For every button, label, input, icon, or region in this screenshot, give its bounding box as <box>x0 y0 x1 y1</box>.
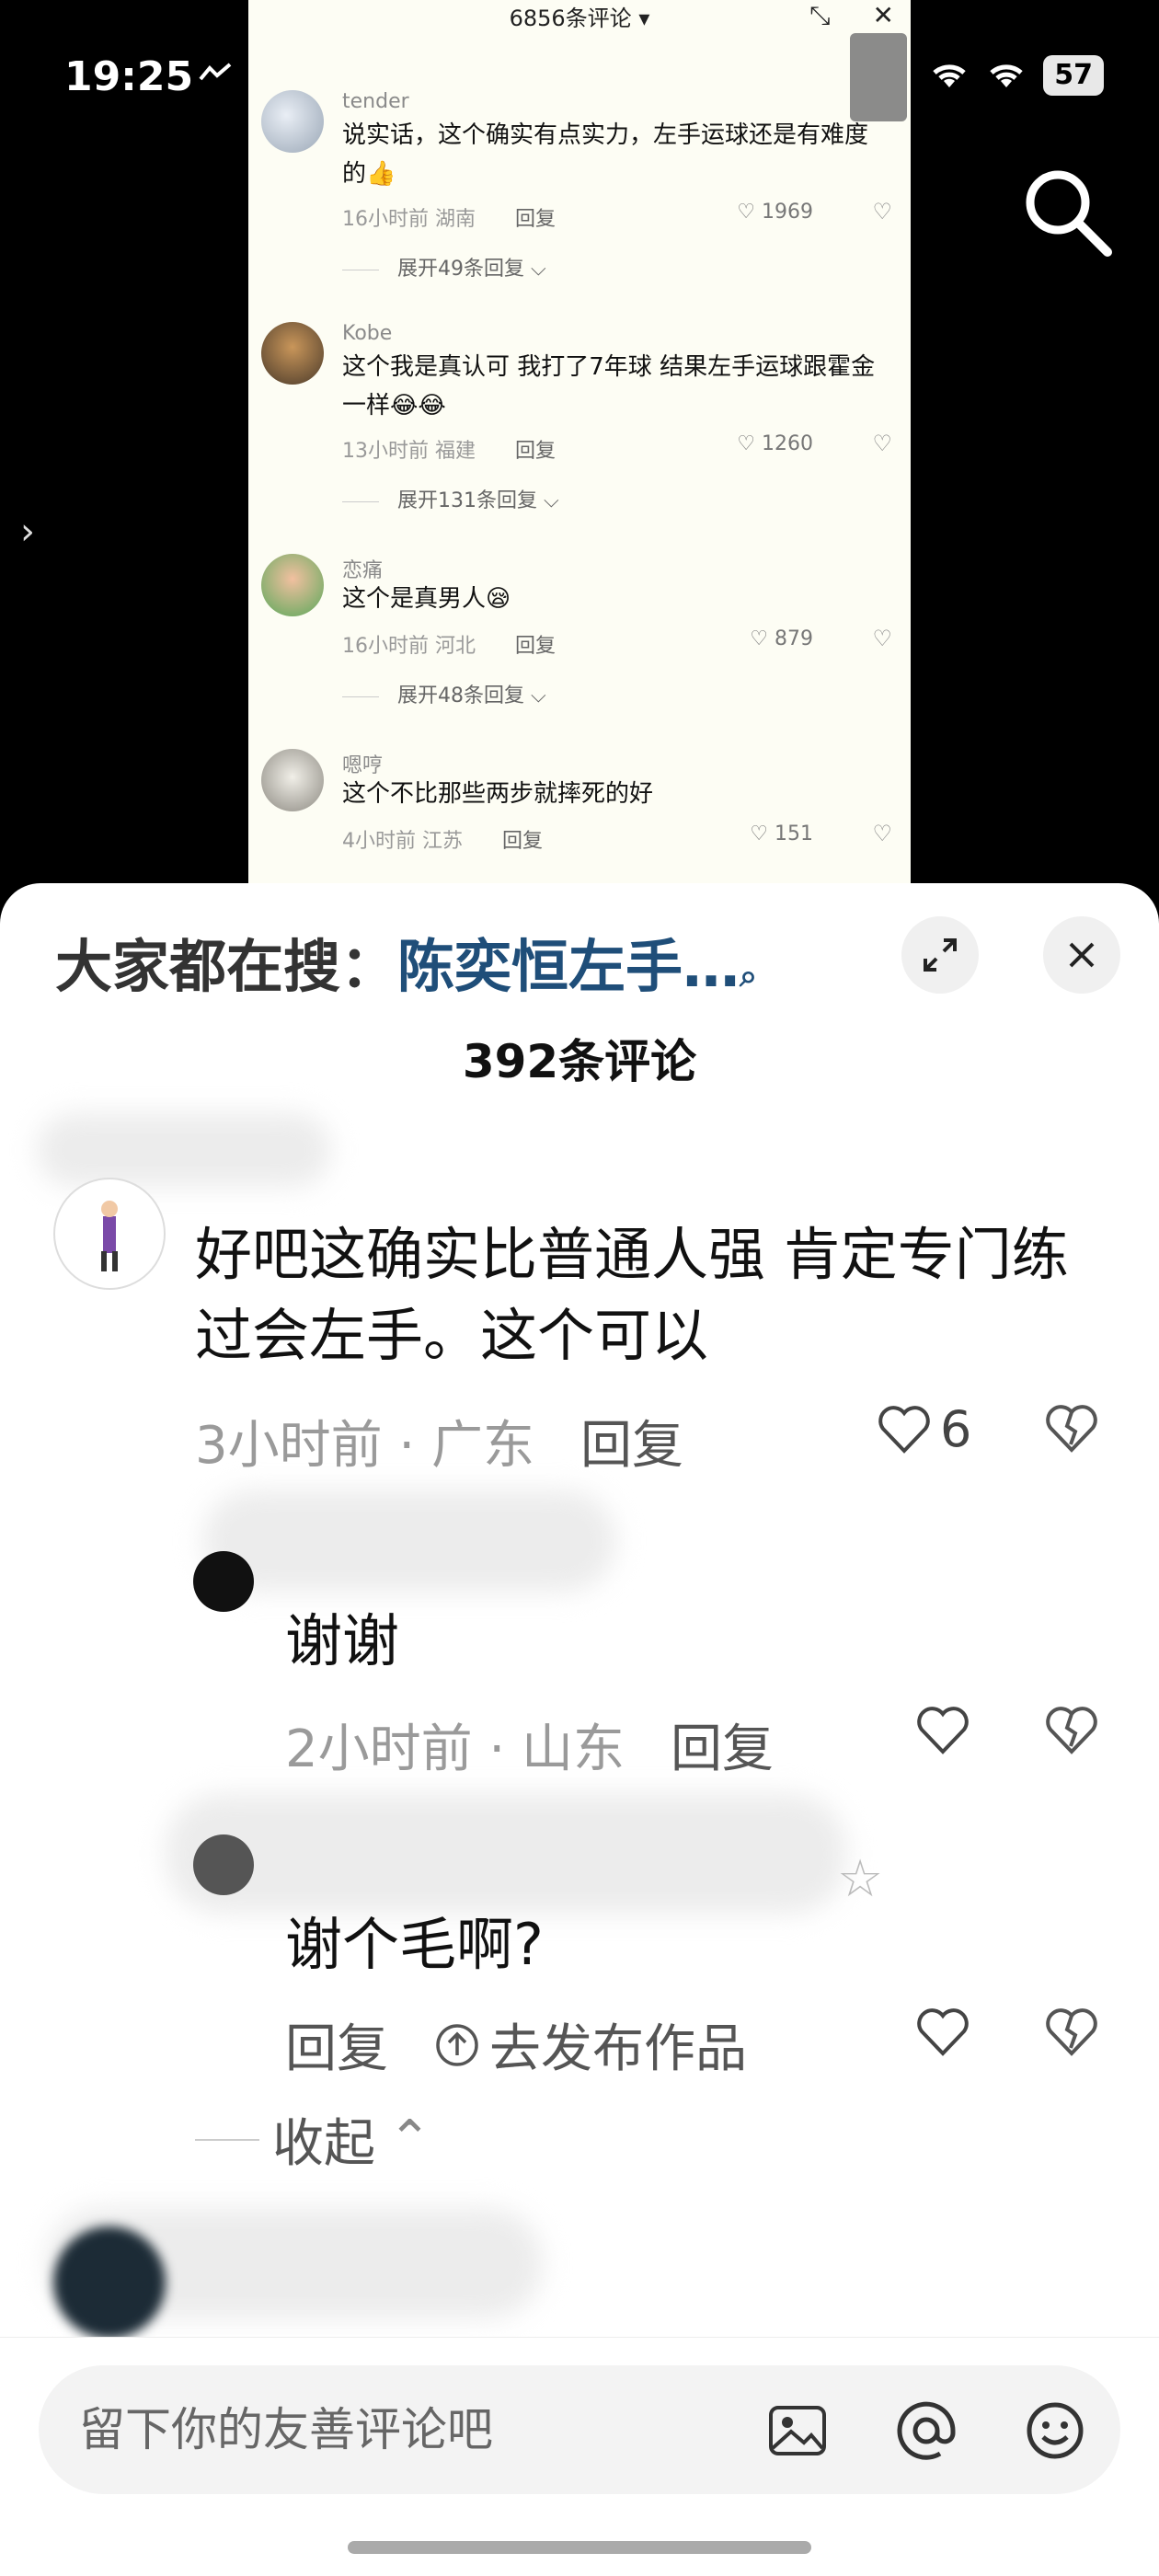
inner-head-icons: ⤡ ✕ <box>809 0 894 31</box>
dislike-icon: ♡ <box>872 821 892 846</box>
blurred-username <box>166 1794 846 1914</box>
star-icon: ☆ <box>837 1849 884 1909</box>
reply-button[interactable]: 回复 <box>285 2007 388 2082</box>
wifi-icon-2 <box>990 64 1023 87</box>
list-item: 嗯哼 这个不比那些两步就摔死的好 4小时前 江苏 回复 ♡ 151 ♡ <box>261 749 901 878</box>
list-item: Kobe 这个我是真认可 我打了7年球 结果左手运球跟霍金一样😂😂 13小时前 … <box>261 322 901 515</box>
divider <box>195 2138 259 2141</box>
list-item: 恋痛 这个是真男人😪 16小时前 河北 回复 ♡ 879 ♡ 展开48条回复 ⌵ <box>261 554 901 719</box>
dislike-icon: ♡ <box>872 431 892 456</box>
carrier-icon <box>199 63 232 81</box>
comment-meta: 13小时前 福建 回复 <box>342 440 557 463</box>
comment-text: 这个是真男人😪 <box>342 585 511 613</box>
upload-icon <box>436 2023 478 2066</box>
status-time: 19:25 <box>64 53 194 100</box>
reply-link: 回复 <box>515 440 557 463</box>
like-count: ♡ 879 <box>750 627 813 650</box>
comment-text: 说实话，这个确实有点实力，左手运球还是有难度的👍 <box>342 121 869 188</box>
reply-link: 回复 <box>502 830 544 853</box>
list-item: tender 说实话，这个确实有点实力，左手运球还是有难度的👍 16小时前 湖南… <box>261 90 901 302</box>
broken-heart-icon[interactable] <box>1045 1404 1098 1454</box>
hot-search-bar[interactable]: 大家都在搜：陈奕恒左手…⌕ <box>55 920 757 1003</box>
expand-button[interactable] <box>901 916 979 994</box>
close-icon: ✕ <box>872 0 894 30</box>
chevron-up-icon: ⌃ <box>388 2110 431 2169</box>
expand-icon <box>924 938 957 972</box>
wifi-icon <box>933 64 966 87</box>
search-icon: ⌕ <box>740 958 758 995</box>
avatar[interactable] <box>193 1834 254 1895</box>
comment-meta: 4小时前 江苏 回复 <box>342 830 544 853</box>
avatar <box>261 90 324 153</box>
heart-icon[interactable] <box>916 1706 970 1755</box>
comment-text: 这个我是真认可 我打了7年球 结果左手运球跟霍金一样😂😂 <box>342 353 876 420</box>
broken-heart-icon[interactable] <box>1045 1706 1098 1755</box>
comment-count-title: 392条评论 <box>462 1035 697 1088</box>
expand-replies: 展开49条回复 ⌵ <box>342 252 546 282</box>
comment-sheet: 大家都在搜：陈奕恒左手…⌕ 392条评论 好吧这确实比普通人强 肯定专门练过会左… <box>0 883 1159 2576</box>
broken-heart-icon[interactable] <box>1045 2007 1098 2057</box>
expand-replies: 展开131条回复 ⌵ <box>342 484 559 513</box>
reply-meta: 回复 去发布作品 <box>285 2007 747 2082</box>
avatar[interactable] <box>53 2226 166 2339</box>
search-icon[interactable] <box>1019 164 1115 259</box>
embedded-comment-screenshot: 6856条评论 ▾ ⤡ ✕ tender 说实话，这个确实有点实力，左手运球还是… <box>248 0 911 902</box>
reply-text: 谢谢 <box>285 1607 400 1674</box>
comment-text: 这个不比那些两步就摔死的好 <box>342 780 654 808</box>
reply-button[interactable]: 回复 <box>580 1416 683 1476</box>
hot-search-term[interactable]: 陈奕恒左手… <box>397 933 740 1000</box>
expand-replies: 展开48条回复 ⌵ <box>342 679 546 708</box>
close-button[interactable] <box>1043 916 1120 994</box>
avatar <box>261 749 324 811</box>
comment-username: Kobe <box>342 322 393 345</box>
comment-meta: 3小时前 · 广东 回复 <box>195 1416 684 1476</box>
comment-input-bar <box>0 2337 1159 2576</box>
chevron-right-icon[interactable]: › <box>20 511 35 553</box>
publish-work-button[interactable]: 去发布作品 <box>434 2007 747 2082</box>
comment-username: tender <box>342 90 409 113</box>
comment-input-container[interactable] <box>39 2365 1120 2494</box>
like-count: 6 <box>940 1400 972 1458</box>
reply-link: 回复 <box>515 208 557 231</box>
comment-meta: 16小时前 湖南 回复 <box>342 208 557 231</box>
avatar[interactable] <box>193 1551 254 1612</box>
like-button[interactable]: 6 <box>878 1400 971 1458</box>
hot-search-label: 大家都在搜： <box>55 933 398 1000</box>
blurred-username <box>37 1113 331 1187</box>
blurred-username <box>202 1490 616 1592</box>
like-count: ♡ 151 <box>750 822 813 845</box>
heart-icon <box>878 1405 930 1454</box>
emoji-icon[interactable] <box>1023 2398 1087 2463</box>
reply-button[interactable]: 回复 <box>671 1719 774 1779</box>
video-area[interactable]: 19:25 57 › 6856条评论 ▾ ⤡ ✕ tender 说实话，这个确实… <box>0 0 1159 902</box>
avatar <box>261 554 324 616</box>
battery-indicator: 57 <box>1043 55 1104 96</box>
collapse-icon: ⤡ <box>809 0 831 30</box>
status-right: 57 <box>929 55 1104 96</box>
comment-input[interactable] <box>79 2393 778 2467</box>
reply-link: 回复 <box>515 635 557 658</box>
collapse-replies-button[interactable]: 收起 ⌃ <box>195 2102 431 2177</box>
heart-icon[interactable] <box>916 2007 970 2057</box>
avatar-figure <box>101 1201 118 1271</box>
dislike-icon: ♡ <box>872 199 892 224</box>
dislike-icon: ♡ <box>872 626 892 651</box>
home-indicator[interactable] <box>348 2541 811 2554</box>
like-count: ♡ 1260 <box>737 432 813 455</box>
like-count: ♡ 1969 <box>737 201 813 224</box>
comment-text: 好吧这确实比普通人强 肯定专门练过会左手。这个可以 <box>195 1221 1069 1369</box>
image-icon[interactable] <box>765 2398 830 2463</box>
reply-text: 谢个毛啊? <box>285 1911 544 1978</box>
avatar <box>261 322 324 385</box>
mention-icon[interactable] <box>894 2398 958 2463</box>
avatar[interactable] <box>53 1178 166 1290</box>
comment-meta: 16小时前 河北 回复 <box>342 635 557 658</box>
reply-meta: 2小时前 · 山东 回复 <box>285 1719 775 1779</box>
close-icon <box>1069 942 1095 968</box>
